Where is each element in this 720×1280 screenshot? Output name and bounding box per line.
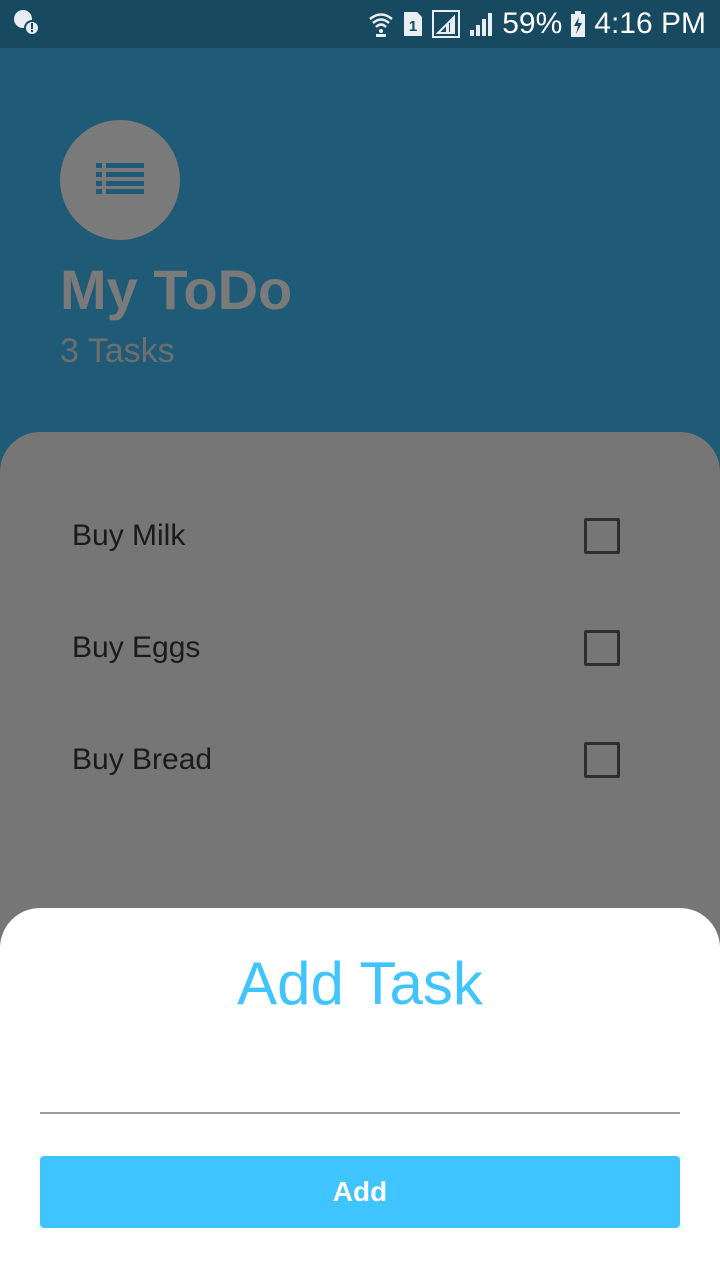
status-left [12, 8, 40, 41]
task-input[interactable] [40, 1058, 680, 1114]
sheet-title: Add Task [237, 950, 483, 1017]
task-checkbox[interactable] [584, 518, 620, 554]
page-title: My ToDo [60, 258, 293, 321]
notification-icon [12, 8, 40, 41]
task-count: 3 Tasks [60, 332, 175, 370]
task-checkbox[interactable] [584, 742, 620, 778]
status-bar: 1 59% 4:16 PM [0, 0, 720, 48]
task-checkbox[interactable] [584, 630, 620, 666]
wifi-icon [368, 10, 394, 38]
task-item[interactable]: Buy Bread [0, 704, 720, 816]
task-list: Buy Milk Buy Eggs Buy Bread [0, 432, 720, 816]
app-logo [60, 120, 180, 240]
battery-icon [570, 10, 586, 38]
task-item[interactable]: Buy Milk [0, 480, 720, 592]
app-screen: 1 59% 4:16 PM My ToDo 3 Tasks Buy Milk B… [0, 0, 720, 1280]
clock: 4:16 PM [594, 7, 706, 40]
task-label: Buy Milk [72, 519, 186, 552]
add-button[interactable]: Add [40, 1156, 680, 1228]
task-label: Buy Eggs [72, 631, 201, 664]
task-label: Buy Bread [72, 743, 213, 776]
signal-icon [432, 10, 461, 38]
header: My ToDo 3 Tasks [0, 48, 720, 438]
signal-icon [468, 10, 494, 38]
battery-percent: 59% [502, 7, 563, 40]
sim-slot-number: 1 [409, 18, 417, 35]
add-task-sheet: Add Task Add [0, 908, 720, 1280]
status-right: 1 59% 4:16 PM [368, 7, 706, 41]
sim-icon: 1 [402, 10, 424, 38]
list-icon [96, 162, 144, 199]
task-item[interactable]: Buy Eggs [0, 592, 720, 704]
